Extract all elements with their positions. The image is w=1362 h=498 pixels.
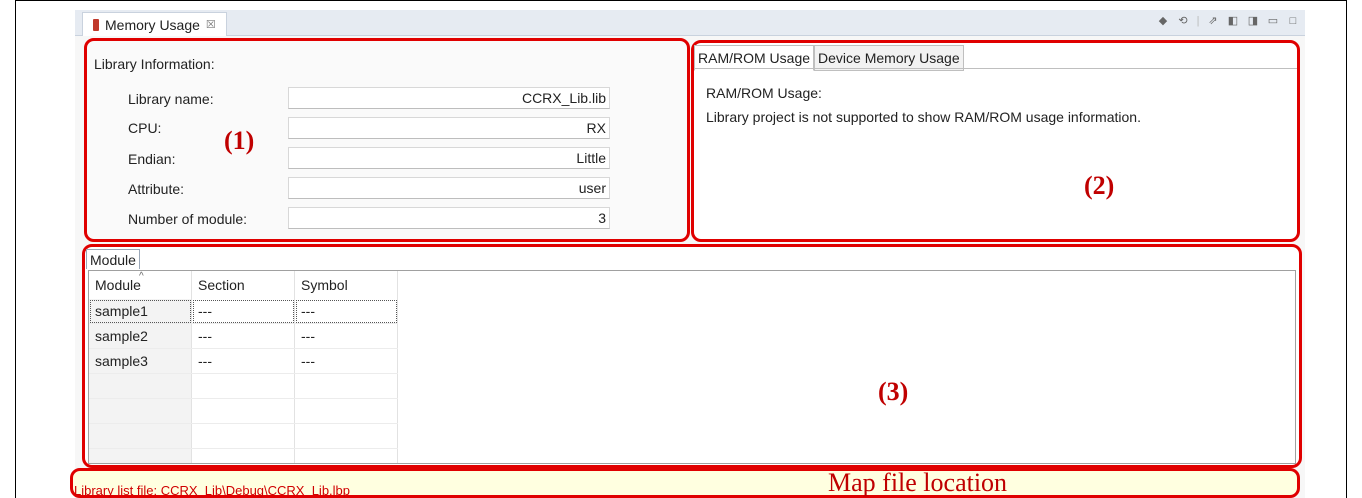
library-name-label: Library name: [128,91,214,107]
endian-field[interactable]: Little [288,147,610,169]
table-header-row: ^ Module Section Symbol [89,271,398,299]
marker-3: (3) [878,377,909,406]
usage-tab-divider [694,68,1297,69]
maximize-icon[interactable]: □ [1286,14,1300,28]
tab-module[interactable]: Module [86,249,140,269]
symbol-cell[interactable]: --- [294,348,398,374]
library-information-title: Library Information: [94,56,215,72]
section-cell[interactable]: --- [191,323,295,349]
view-toolbar: ◆ ⟲ | ⇗ ◧ ◨ ▭ □ [1156,14,1300,28]
column-header-section[interactable]: Section [191,271,295,299]
table-row[interactable]: sample3 --- --- [89,348,398,374]
section-cell[interactable]: --- [191,299,295,324]
sort-caret-icon: ^ [139,271,144,282]
map-file-location-label: Map file location [828,468,1008,497]
marker-1: (1) [224,126,255,155]
ram-rom-heading: RAM/ROM Usage: [706,85,822,101]
attribute-label: Attribute: [128,181,185,197]
attribute-field[interactable]: user [288,177,610,199]
table-row[interactable]: sample1 --- --- [89,299,398,324]
collapse-icon[interactable]: ◧ [1226,14,1240,28]
endian-label: Endian: [128,151,176,167]
library-list-file-text: Library list file: CCRX_Lib\Debug\CCRX_L… [74,483,351,498]
tab-title: Memory Usage [105,16,200,33]
section-cell[interactable]: --- [191,348,295,374]
ram-rom-message: Library project is not supported to show… [706,109,1141,125]
module-cell[interactable]: sample1 [89,299,192,324]
toolbar-separator: | [1196,15,1200,27]
close-icon[interactable]: ☒ [206,18,216,31]
empty-row [89,423,398,449]
symbol-cell[interactable]: --- [294,323,398,349]
number-of-module-label: Number of module: [128,211,248,227]
number-of-module-field[interactable]: 3 [288,207,610,229]
module-cell[interactable]: sample2 [89,323,192,349]
empty-row [89,398,398,424]
view-title-bar [75,10,1305,36]
minimize-icon[interactable]: ▭ [1266,14,1280,28]
library-name-field[interactable]: CCRX_Lib.lib [288,87,610,109]
memory-usage-icon [93,18,99,31]
open-icon[interactable]: ◆ [1156,14,1170,28]
module-cell[interactable]: sample3 [89,348,192,374]
module-table-container: ^ Module Section Symbol sample1 --- --- s… [88,270,1296,464]
tab-memory-usage[interactable]: Memory Usage ☒ [82,12,227,36]
empty-row [89,373,398,399]
usage-tab-row: RAM/ROM Usage Device Memory Usage [694,45,964,71]
empty-row [89,448,398,463]
cpu-label: CPU: [128,120,162,136]
expand-icon[interactable]: ◨ [1246,14,1260,28]
refresh-icon[interactable]: ⟲ [1176,14,1190,28]
module-table: ^ Module Section Symbol sample1 --- --- s… [89,271,398,463]
symbol-cell[interactable]: --- [294,299,398,324]
column-header-symbol[interactable]: Symbol [294,271,398,299]
table-row[interactable]: sample2 --- --- [89,323,398,349]
marker-2: (2) [1084,171,1115,200]
cpu-field[interactable]: RX [288,117,610,139]
column-header-module[interactable]: ^ Module [89,271,192,299]
export-icon[interactable]: ⇗ [1206,14,1220,28]
